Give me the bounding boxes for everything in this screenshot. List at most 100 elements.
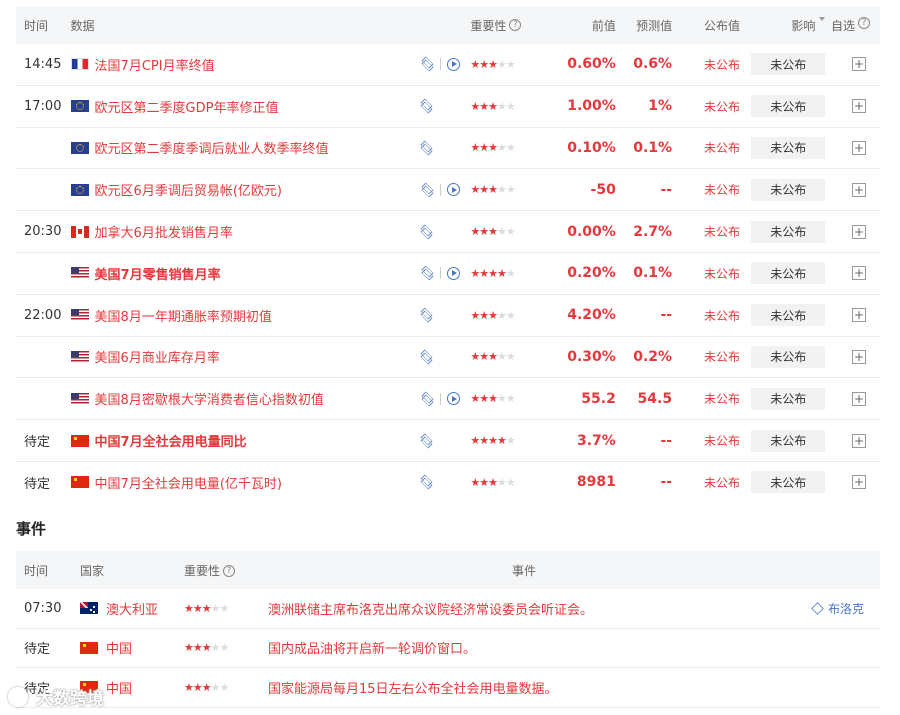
row-indicator[interactable]: 美国8月一年期通胀率预期初值 bbox=[70, 306, 403, 325]
row-indicator[interactable]: 欧元区6月季调后贸易帐(亿欧元) bbox=[70, 180, 403, 199]
add-favorite-button[interactable]: + bbox=[852, 140, 867, 155]
star-filled-icon: ★ bbox=[470, 266, 480, 280]
star-empty-icon: ★ bbox=[497, 225, 507, 239]
related-person-link[interactable]: 布洛克 bbox=[828, 600, 864, 617]
add-favorite-button[interactable]: + bbox=[852, 433, 867, 448]
layers-icon[interactable] bbox=[419, 351, 433, 363]
row-forecast: -- bbox=[660, 474, 673, 491]
layers-icon[interactable] bbox=[420, 393, 434, 405]
row-impact: 未公布 bbox=[740, 53, 826, 76]
layers-icon[interactable] bbox=[419, 100, 433, 112]
row-importance: ★★★★★ bbox=[468, 267, 557, 280]
row-indicator[interactable]: 美国8月密歇根大学消费者信心指数初值 bbox=[70, 389, 403, 408]
star-empty-icon: ★ bbox=[505, 99, 516, 113]
indicator-name-link[interactable]: 美国8月密歇根大学消费者信心指数初值 bbox=[95, 389, 324, 408]
add-favorite-button[interactable]: + bbox=[852, 182, 867, 197]
indicator-name-link[interactable]: 美国8月一年期通胀率预期初值 bbox=[95, 306, 272, 325]
indicator-name-link[interactable]: 欧元区第二季度GDP年率修正值 bbox=[95, 97, 279, 116]
data-row: 美国7月零售销售月率 ★★★★★ 0.20% 0.1% 未公布 未公布 + bbox=[16, 253, 880, 295]
indicator-name-link[interactable]: 中国7月全社会用电量(亿千瓦时) bbox=[95, 473, 282, 492]
event-description: 国内成品油将开启新一轮调价窗口。 bbox=[268, 642, 477, 658]
star-filled-icon: ★ bbox=[192, 641, 203, 655]
row-indicator[interactable]: 欧元区第二季度GDP年率修正值 bbox=[70, 97, 403, 116]
data-row: 待定 中国7月全社会用电量同比 ★★★★★ 3.7% -- 未公布 未公布 + bbox=[16, 420, 880, 462]
indicator-name-link[interactable]: 法国7月CPI月率终值 bbox=[95, 55, 215, 74]
help-icon[interactable]: ? bbox=[857, 16, 870, 29]
star-filled-icon: ★ bbox=[488, 308, 498, 322]
row-indicator[interactable]: 美国7月零售销售月率 bbox=[70, 264, 403, 283]
watermark-logo-icon bbox=[8, 686, 28, 707]
play-icon[interactable] bbox=[447, 183, 461, 197]
event-row: 待定 中国 ★★★★★ 国家能源局每月15日左右公布全社会用电量数据。 bbox=[16, 668, 880, 708]
row-favorite: + bbox=[825, 391, 880, 406]
flag-us-icon bbox=[70, 309, 89, 322]
layers-icon[interactable] bbox=[420, 267, 434, 279]
star-empty-icon: ★ bbox=[497, 392, 507, 406]
add-favorite-button[interactable]: + bbox=[852, 266, 867, 281]
row-importance: ★★★★★ bbox=[468, 434, 557, 447]
row-indicator[interactable]: 法国7月CPI月率终值 bbox=[70, 55, 403, 74]
play-icon[interactable] bbox=[447, 266, 461, 280]
header-impact[interactable]: 影响 bbox=[740, 16, 826, 34]
row-importance: ★★★★★ bbox=[468, 100, 557, 113]
layers-icon[interactable] bbox=[420, 184, 434, 196]
indicator-name-link[interactable]: 欧元区6月季调后贸易帐(亿欧元) bbox=[95, 180, 282, 199]
layers-icon[interactable] bbox=[419, 309, 433, 321]
data-row: 20:30 加拿大6月批发销售月率 ★★★★★ 0.00% 2.7% 未公布 未公布 + bbox=[16, 211, 880, 253]
impact-badge: 未公布 bbox=[751, 304, 826, 327]
add-favorite-button[interactable]: + bbox=[852, 308, 867, 323]
data-row: 14:45 法国7月CPI月率终值 ★★★★★ 0.60% 0.6% 未公布 未公布 + bbox=[16, 44, 880, 86]
header-published: 公布值 bbox=[704, 18, 741, 33]
row-forecast: 54.5 bbox=[637, 390, 673, 407]
indicator-name-link[interactable]: 欧元区第二季度季调后就业人数季率终值 bbox=[95, 138, 329, 157]
row-forecast: 0.6% bbox=[633, 56, 673, 73]
add-favorite-button[interactable]: + bbox=[852, 99, 867, 114]
add-favorite-button[interactable]: + bbox=[852, 57, 867, 72]
layers-icon[interactable] bbox=[419, 435, 433, 447]
layers-icon[interactable] bbox=[419, 142, 433, 154]
event-importance: ★★★★★ bbox=[184, 601, 268, 616]
ev-header-time: 时间 bbox=[24, 563, 49, 578]
row-published: 未公布 bbox=[703, 183, 740, 198]
add-favorite-button[interactable]: + bbox=[852, 475, 867, 490]
help-icon[interactable]: ? bbox=[223, 565, 236, 577]
row-icons bbox=[402, 392, 468, 406]
row-published: 未公布 bbox=[703, 57, 740, 72]
row-importance: ★★★★★ bbox=[468, 225, 557, 238]
row-impact: 未公布 bbox=[740, 262, 826, 285]
country-name: 中国 bbox=[106, 681, 133, 697]
row-indicator[interactable]: 加拿大6月批发销售月率 bbox=[70, 222, 403, 241]
layers-icon[interactable] bbox=[419, 476, 433, 488]
indicator-name-link[interactable]: 美国7月零售销售月率 bbox=[95, 264, 221, 283]
row-indicator[interactable]: 中国7月全社会用电量同比 bbox=[70, 431, 403, 450]
indicator-name-link[interactable]: 加拿大6月批发销售月率 bbox=[95, 222, 233, 241]
add-favorite-button[interactable]: + bbox=[852, 224, 867, 239]
importance-stars: ★★★★★ bbox=[184, 641, 229, 655]
flag-ca-icon bbox=[70, 225, 89, 238]
add-favorite-button[interactable]: + bbox=[852, 391, 867, 406]
layers-icon[interactable] bbox=[419, 226, 433, 238]
importance-stars: ★★★★★ bbox=[470, 266, 515, 280]
row-indicator[interactable]: 美国6月商业库存月率 bbox=[70, 347, 403, 366]
add-favorite-button[interactable]: + bbox=[852, 349, 867, 364]
indicator-name-link[interactable]: 美国6月商业库存月率 bbox=[95, 347, 220, 366]
play-icon[interactable] bbox=[447, 392, 461, 406]
indicator-name-link[interactable]: 中国7月全社会用电量同比 bbox=[95, 431, 247, 450]
event-related[interactable]: 布洛克 bbox=[780, 600, 880, 617]
layers-icon[interactable] bbox=[420, 58, 434, 70]
impact-badge: 未公布 bbox=[751, 387, 826, 410]
impact-badge: 未公布 bbox=[751, 53, 826, 76]
star-empty-icon: ★ bbox=[210, 641, 221, 655]
star-filled-icon: ★ bbox=[488, 183, 498, 197]
impact-badge: 未公布 bbox=[751, 220, 826, 243]
data-row: 美国8月密歇根大学消费者信心指数初值 ★★★★★ 55.2 54.5 未公布 未公布 + bbox=[16, 378, 880, 421]
row-forecast: 0.2% bbox=[633, 348, 673, 365]
row-indicator[interactable]: 欧元区第二季度季调后就业人数季率终值 bbox=[70, 138, 403, 157]
row-importance: ★★★★★ bbox=[468, 141, 557, 154]
header-time: 时间 bbox=[24, 18, 49, 33]
data-row: 美国6月商业库存月率 ★★★★★ 0.30% 0.2% 未公布 未公布 + bbox=[16, 337, 880, 379]
row-indicator[interactable]: 中国7月全社会用电量(亿千瓦时) bbox=[70, 473, 403, 492]
star-filled-icon: ★ bbox=[479, 392, 489, 406]
play-icon[interactable] bbox=[447, 57, 461, 71]
help-icon[interactable]: ? bbox=[509, 19, 522, 31]
